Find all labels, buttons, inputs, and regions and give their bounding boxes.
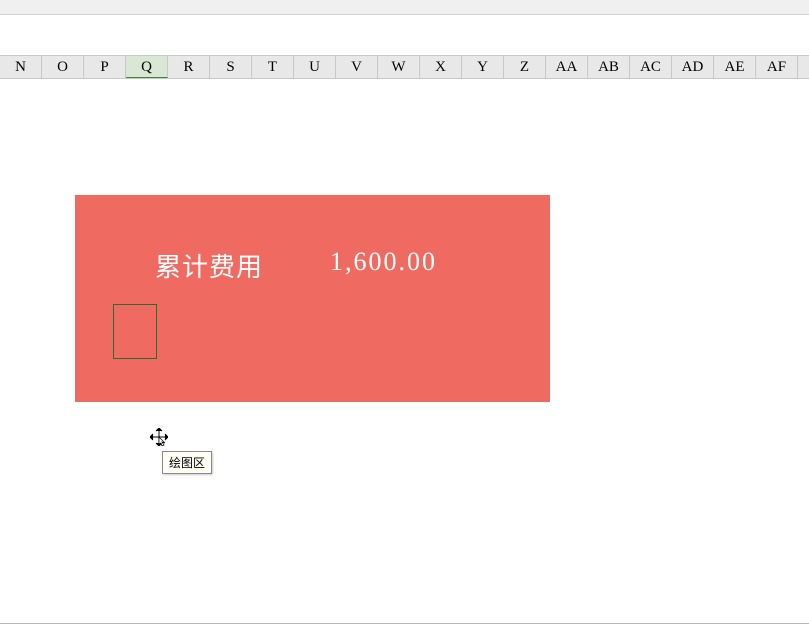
column-headers[interactable]: NOPQRSTUVWXYZAAABACADAEAFA — [0, 55, 809, 79]
column-header-V[interactable]: V — [336, 56, 378, 78]
column-header-P[interactable]: P — [84, 56, 126, 78]
column-header-R[interactable]: R — [168, 56, 210, 78]
formula-bar-area — [0, 15, 809, 55]
column-header-AD[interactable]: AD — [672, 56, 714, 78]
column-header-T[interactable]: T — [252, 56, 294, 78]
column-header-U[interactable]: U — [294, 56, 336, 78]
column-header-Q[interactable]: Q — [126, 56, 168, 78]
chart-title[interactable]: 累计费用 — [155, 247, 263, 284]
chart-tooltip: 绘图区 — [162, 451, 212, 474]
viewport-edge — [0, 623, 809, 624]
move-cursor-icon — [150, 428, 168, 446]
column-header-AF[interactable]: AF — [756, 56, 798, 78]
column-header-Y[interactable]: Y — [462, 56, 504, 78]
column-header-N[interactable]: N — [0, 56, 42, 78]
column-header-AA[interactable]: AA — [546, 56, 588, 78]
column-header-A[interactable]: A — [798, 56, 809, 78]
column-header-AC[interactable]: AC — [630, 56, 672, 78]
worksheet-area[interactable]: 累计费用 1,600.00 绘图区 — [0, 79, 809, 627]
column-header-X[interactable]: X — [420, 56, 462, 78]
column-header-W[interactable]: W — [378, 56, 420, 78]
column-header-AE[interactable]: AE — [714, 56, 756, 78]
plot-area-selection[interactable] — [113, 304, 157, 359]
column-header-S[interactable]: S — [210, 56, 252, 78]
chart-object[interactable]: 累计费用 1,600.00 — [75, 195, 550, 402]
column-header-AB[interactable]: AB — [588, 56, 630, 78]
ribbon-strip — [0, 0, 809, 15]
column-header-Z[interactable]: Z — [504, 56, 546, 78]
chart-data-label[interactable]: 1,600.00 — [330, 247, 437, 277]
column-header-O[interactable]: O — [42, 56, 84, 78]
